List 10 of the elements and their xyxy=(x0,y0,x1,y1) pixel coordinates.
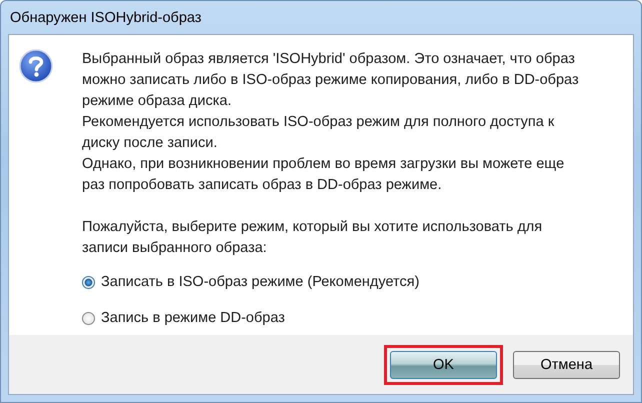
ok-button[interactable]: OK xyxy=(390,350,497,378)
message-text: Выбранный образ является 'ISOHybrid' образом. Это означает, что образ можно записать либо в ISO-образ режиме копирования, либо в DD-образ режиме образа диска. xyxy=(82,50,580,111)
cancel-button[interactable]: Отмена xyxy=(513,350,620,378)
message-text: Однако, при возникновении проблем во время загрузки вы можете еще раз попробовать записать образ в DD-образ режиме. xyxy=(82,155,566,195)
radio-option[interactable]: Запись в режиме DD-образ xyxy=(82,308,285,329)
window-title: Обнаружен ISOHybrid-образ xyxy=(10,10,202,26)
prompt-text: Пожалуйста, выберите режим, который вы хотите использовать для записи выбранного образа: xyxy=(82,218,544,258)
radio-option[interactable]: Записать в ISO-образ режиме (Рекомендуется) xyxy=(82,272,420,293)
question-icon xyxy=(19,49,53,83)
message-text: Рекомендуется использовать ISO-образ режим для полного доступа к диску после записи. xyxy=(82,113,556,153)
